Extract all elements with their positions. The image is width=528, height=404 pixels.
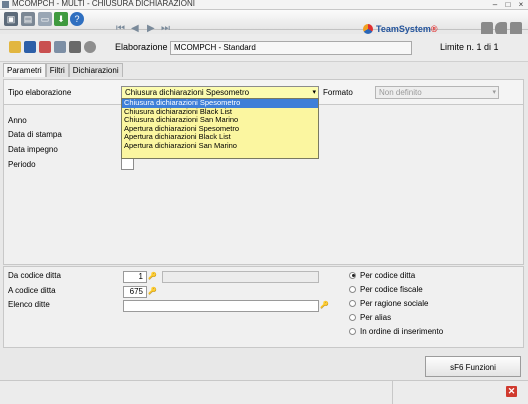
radio-icon[interactable] — [349, 299, 356, 307]
order-option-codice-ditta[interactable]: Per codice ditta — [349, 269, 415, 281]
help-icon[interactable]: ? — [70, 12, 84, 26]
brand-name: TeamSystem — [376, 24, 431, 34]
dropdown-option[interactable]: Apertura dichiarazioni Spesometro — [122, 125, 318, 134]
radio-label: Per codice ditta — [360, 270, 416, 280]
window-controls: – □ × — [490, 0, 526, 10]
radio-icon[interactable] — [349, 327, 356, 335]
screen-icon[interactable]: ▣ — [4, 12, 18, 26]
tab-bar: Parametri Filtri Dichiarazioni — [3, 63, 123, 77]
order-option-inserimento[interactable]: In ordine di inserimento — [349, 325, 443, 337]
brand-mark: ® — [430, 24, 438, 34]
radio-label: Per ragione sociale — [360, 298, 429, 308]
status-separator — [392, 381, 393, 404]
tipo-elaborazione-dropdown: Chiusura dichiarazioni Spesometro Chiusu… — [121, 98, 319, 159]
save-icon[interactable] — [24, 41, 36, 53]
data-stampa-label: Data di stampa — [8, 130, 62, 139]
document-icon[interactable]: ▭ — [38, 12, 52, 26]
chevron-down-icon: ▾ — [312, 89, 316, 96]
elaboration-toolbar: Elaborazione MCOMPCH - Standard Limite n… — [0, 34, 528, 62]
table-icon[interactable] — [54, 41, 66, 53]
tipo-elaborazione-label: Tipo elaborazione — [8, 88, 72, 97]
title-bar: MCOMPCH - MULTI - CHIUSURA DICHIARAZIONI… — [0, 0, 528, 10]
brand-logo-icon — [363, 24, 373, 34]
elaborazione-field[interactable]: MCOMPCH - Standard — [170, 41, 412, 55]
settings-icon[interactable] — [84, 41, 96, 53]
formato-select: Non definito ▾ — [375, 86, 499, 99]
periodo-label: Periodo — [8, 160, 36, 169]
window-close-button[interactable]: × — [516, 0, 526, 10]
close-icon[interactable]: ✕ — [506, 386, 517, 397]
dropdown-option[interactable]: Chiusura dichiarazioni Black List — [122, 108, 318, 117]
app-icon — [2, 1, 9, 8]
chevron-down-icon: ▾ — [492, 89, 496, 96]
periodo-field[interactable] — [121, 158, 134, 170]
print-icon[interactable]: ▤ — [21, 12, 35, 26]
radio-icon[interactable] — [349, 313, 356, 321]
elenco-ditte-input[interactable] — [123, 300, 319, 312]
a-codice-ditta-label: A codice ditta — [8, 286, 56, 295]
elenco-ditte-label: Elenco ditte — [8, 300, 50, 309]
print-preview-icon[interactable] — [69, 41, 81, 53]
lookup-key-icon[interactable]: 🔑 — [320, 301, 329, 309]
radio-selected-icon[interactable] — [349, 271, 356, 279]
radio-label: In ordine di inserimento — [360, 326, 444, 336]
open-folder-icon[interactable] — [9, 41, 21, 53]
order-option-codice-fiscale[interactable]: Per codice fiscale — [349, 283, 423, 295]
status-bar — [0, 380, 528, 404]
data-impegno-label: Data impegno — [8, 145, 58, 154]
radio-label: Per codice fiscale — [360, 284, 423, 294]
da-codice-ditta-label: Da codice ditta — [8, 271, 61, 280]
radio-label: Per alias — [360, 312, 392, 322]
tab-filtri[interactable]: Filtri — [45, 63, 69, 77]
anno-label: Anno — [8, 116, 27, 125]
functions-button[interactable]: sF6 Funzioni — [425, 356, 521, 377]
delete-icon[interactable] — [39, 41, 51, 53]
da-codice-ditta-input[interactable]: 1 — [123, 271, 147, 283]
order-option-alias[interactable]: Per alias — [349, 311, 391, 323]
tab-parametri[interactable]: Parametri — [3, 63, 46, 77]
tab-dichiarazioni[interactable]: Dichiarazioni — [68, 63, 123, 77]
order-option-ragione-sociale[interactable]: Per ragione sociale — [349, 297, 428, 309]
elaborazione-label: Elaborazione — [115, 42, 168, 52]
main-toolbar: ▣ ▤ ▭ ⬇ ? ⏮ ◀ ▶ ⏭ TeamSystem® — [0, 10, 528, 36]
window-title: MCOMPCH - MULTI - CHIUSURA DICHIARAZIONI — [12, 0, 195, 8]
formato-value: Non definito — [379, 88, 422, 97]
a-codice-ditta-input[interactable]: 675 — [123, 286, 147, 298]
maximize-button[interactable]: □ — [503, 0, 513, 10]
formato-label: Formato — [323, 88, 353, 97]
minimize-button[interactable]: – — [490, 0, 500, 10]
dropdown-option[interactable]: Apertura dichiarazioni San Marino — [122, 142, 318, 151]
download-icon[interactable]: ⬇ — [54, 12, 68, 26]
dropdown-option[interactable]: Apertura dichiarazioni Black List — [122, 133, 318, 142]
limite-indicator: Limite n. 1 di 1 — [440, 42, 499, 52]
lookup-key-icon[interactable]: 🔑 — [148, 287, 157, 295]
tipo-elaborazione-value: Chiusura dichiarazioni Spesometro — [125, 88, 250, 97]
dropdown-option[interactable]: Chiusura dichiarazioni Spesometro — [122, 99, 318, 108]
lookup-key-icon[interactable]: 🔑 — [148, 272, 157, 280]
da-codice-ditta-description — [162, 271, 319, 283]
radio-icon[interactable] — [349, 285, 356, 293]
dropdown-option[interactable]: Chiusura dichiarazioni San Marino — [122, 116, 318, 125]
